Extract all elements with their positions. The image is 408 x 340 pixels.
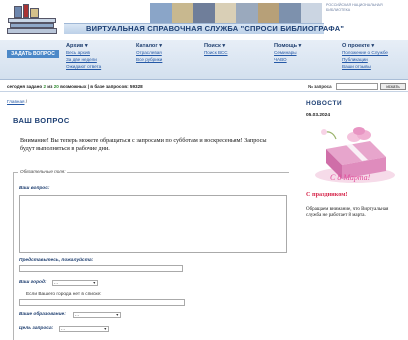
nav-about: О проекте ▾ Положение о Службе Публикаци… bbox=[342, 43, 388, 70]
holiday-notice: Обращаем внимание, что Виртуальная служб… bbox=[306, 207, 389, 218]
books-logo bbox=[6, 2, 58, 40]
holiday-heading: С праздником! bbox=[306, 191, 348, 198]
chevron-down-icon: ▼ bbox=[103, 327, 107, 331]
other-city-input[interactable] bbox=[19, 299, 185, 306]
required-fields-legend: Обязательные поля: bbox=[18, 169, 68, 174]
womens-day-greeting: С 8 Марта! bbox=[330, 173, 371, 182]
nav-link-two-weeks[interactable]: За две недели bbox=[66, 56, 101, 63]
nav-link-feedback[interactable]: Ваши отзывы bbox=[342, 63, 388, 70]
education-select[interactable]: - - ▼ bbox=[73, 312, 121, 318]
city-label: Ваш город: bbox=[19, 280, 47, 285]
query-counter: сегодня задано 2 из 20 возможных | в баз… bbox=[7, 84, 143, 89]
nav-search: Поиск ▾ Поиск ВСС bbox=[204, 43, 228, 56]
name-input[interactable] bbox=[19, 265, 183, 272]
nav-link-vss-search[interactable]: Поиск ВСС bbox=[204, 49, 228, 56]
chevron-down-icon: ▼ bbox=[115, 313, 119, 317]
query-number-input[interactable] bbox=[336, 83, 378, 90]
nav-link-branch[interactable]: Отраслевая bbox=[136, 49, 162, 56]
library-name: РОССИЙСКАЯ НАЦИОНАЛЬНАЯ БИБЛИОТЕКА bbox=[326, 3, 383, 12]
question-textarea[interactable] bbox=[19, 195, 287, 253]
nav-link-publications[interactable]: Публикации bbox=[342, 56, 388, 63]
weekend-notice: Внимание! Вы теперь можете обращаться с … bbox=[20, 137, 267, 152]
nav-archive: Архив ▾ Весь архив За две недели Ожидают… bbox=[66, 43, 101, 70]
question-label: Ваш вопрос: bbox=[19, 186, 50, 191]
news-heading: НОВОСТИ bbox=[306, 100, 343, 107]
nav-link-faq[interactable]: ЧАВО bbox=[274, 56, 301, 63]
purpose-select[interactable]: - - ▼ bbox=[59, 326, 109, 332]
find-button[interactable]: искать bbox=[380, 83, 406, 90]
page-title: ВАШ ВОПРОС bbox=[13, 116, 70, 125]
breadcrumb: Главная / bbox=[7, 99, 28, 104]
nav-link-all-rubrics[interactable]: Все рубрики bbox=[136, 56, 162, 63]
breadcrumb-home-link[interactable]: Главная bbox=[7, 99, 24, 104]
header-photo-strip bbox=[150, 3, 322, 23]
education-label: Ваше образование: bbox=[19, 312, 66, 317]
nav-help: Помощь ▾ Семинары ЧАВО bbox=[274, 43, 301, 63]
counter-bar: сегодня задано 2 из 20 возможных | в баз… bbox=[0, 82, 408, 92]
nav-link-awaiting[interactable]: Ожидают ответа bbox=[66, 63, 101, 70]
nav-link-all-archive[interactable]: Весь архив bbox=[66, 49, 101, 56]
city-select[interactable]: - - ▼ bbox=[52, 280, 98, 286]
ask-question-button[interactable]: ЗАДАТЬ ВОПРОС bbox=[7, 50, 59, 58]
news-date: 05.03.2024 bbox=[306, 113, 331, 118]
intro-label: Представьтесь, пожалуйста: bbox=[19, 258, 94, 263]
query-number-label: № запроса bbox=[308, 84, 332, 89]
nav-link-seminars[interactable]: Семинары bbox=[274, 49, 301, 56]
site-title: ВИРТУАЛЬНАЯ СПРАВОЧНАЯ СЛУЖБА "СПРОСИ БИ… bbox=[86, 24, 345, 33]
nav-link-regulations[interactable]: Положение о Службе bbox=[342, 49, 388, 56]
main-nav: Архив ▾ Весь архив За две недели Ожидают… bbox=[0, 40, 408, 80]
nav-catalog: Каталог ▾ Отраслевая Все рубрики bbox=[136, 43, 162, 63]
site-header: РОССИЙСКАЯ НАЦИОНАЛЬНАЯ БИБЛИОТЕКА ВИРТУ… bbox=[0, 0, 408, 40]
chevron-down-icon: ▼ bbox=[92, 281, 96, 285]
city-hint: Если Вашего города нет в списке: bbox=[26, 292, 102, 297]
purpose-label: Цель запроса: bbox=[19, 326, 54, 331]
